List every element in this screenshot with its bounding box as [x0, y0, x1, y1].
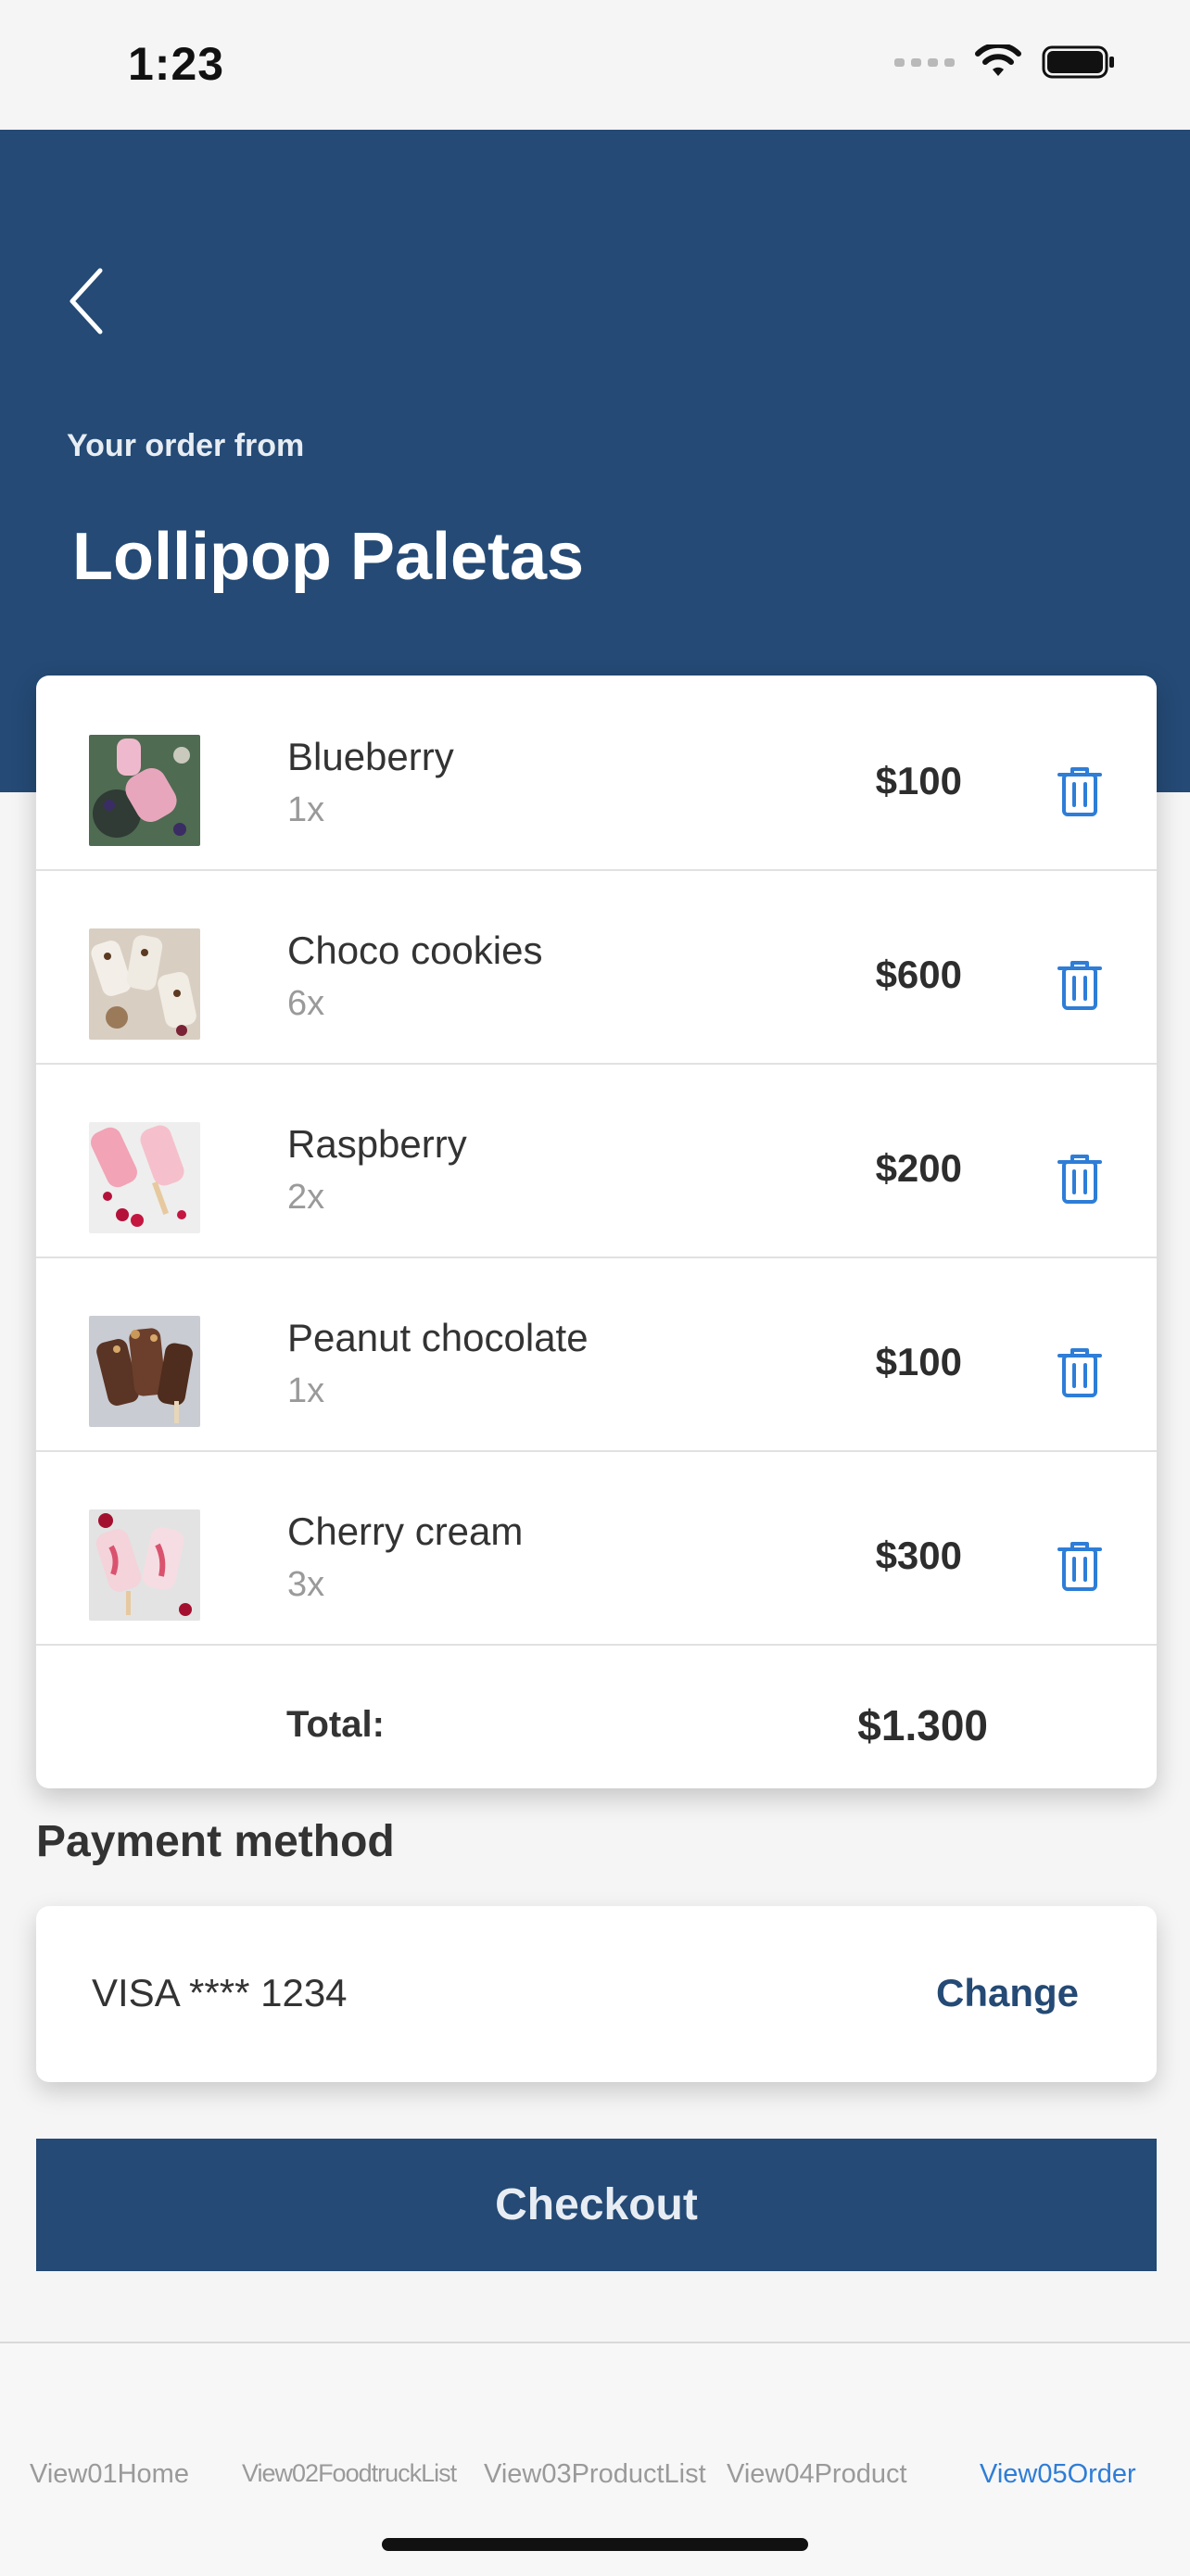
item-price: $600	[875, 953, 962, 996]
product-image	[89, 1316, 200, 1427]
item-name: Blueberry	[287, 735, 454, 778]
trash-icon	[1057, 767, 1102, 816]
tab-view03productlist[interactable]: View03ProductList	[484, 2459, 706, 2490]
item-price: $100	[875, 1340, 962, 1383]
item-quantity: 6x	[287, 984, 325, 1023]
restaurant-name: Lollipop Paletas	[72, 520, 585, 594]
trash-icon	[1057, 1348, 1102, 1397]
item-name: Cherry cream	[287, 1509, 524, 1553]
product-image	[89, 1509, 200, 1621]
product-image	[89, 735, 200, 846]
delete-item-button[interactable]	[1056, 1345, 1104, 1399]
order-item: Blueberry 1x $100	[36, 676, 1157, 871]
home-indicator	[382, 2538, 808, 2551]
total-value: $1.300	[857, 1701, 988, 1749]
trash-icon	[1057, 961, 1102, 1010]
order-card: Blueberry 1x $100 Choco cookies 6x $600 …	[36, 676, 1157, 1788]
delete-item-button[interactable]	[1056, 1152, 1104, 1206]
item-name: Raspberry	[287, 1122, 467, 1166]
order-item: Choco cookies 6x $600	[36, 869, 1157, 1065]
checkout-button[interactable]: Checkout	[36, 2139, 1157, 2271]
tab-view05order[interactable]: View05Order	[980, 2459, 1136, 2490]
item-name: Peanut chocolate	[287, 1316, 589, 1359]
trash-icon	[1057, 1542, 1102, 1591]
card-number: VISA **** 1234	[92, 1971, 348, 2014]
status-time: 1:23	[128, 38, 225, 90]
payment-method-title: Payment method	[36, 1817, 395, 1866]
status-icons	[894, 44, 1116, 80]
product-image	[89, 928, 200, 1040]
trash-icon	[1057, 1155, 1102, 1204]
order-item: Peanut chocolate 1x $100	[36, 1256, 1157, 1452]
back-button[interactable]	[63, 259, 119, 343]
chevron-left-icon	[70, 268, 103, 335]
item-price: $200	[875, 1146, 962, 1190]
battery-icon	[1042, 45, 1114, 79]
tab-view02foodtrucklist[interactable]: View02FoodtruckList	[242, 2459, 457, 2488]
product-image	[89, 1122, 200, 1233]
item-name: Choco cookies	[287, 928, 543, 972]
item-quantity: 2x	[287, 1178, 325, 1217]
item-quantity: 1x	[287, 1371, 325, 1410]
total-label: Total:	[286, 1704, 385, 1745]
tab-view01home[interactable]: View01Home	[30, 2459, 189, 2490]
delete-item-button[interactable]	[1056, 1539, 1104, 1593]
item-price: $100	[875, 759, 962, 802]
wifi-icon	[975, 44, 1021, 76]
status-bar: 1:23	[0, 0, 1190, 130]
payment-card: VISA **** 1234 Change	[36, 1906, 1157, 2082]
item-quantity: 3x	[287, 1565, 325, 1604]
item-quantity: 1x	[287, 790, 325, 829]
signal-icon	[894, 57, 955, 67]
delete-item-button[interactable]	[1056, 764, 1104, 818]
tab-view04product[interactable]: View04Product	[727, 2459, 907, 2490]
order-from-label: Your order from	[67, 428, 305, 463]
order-item: Cherry cream 3x $300	[36, 1450, 1157, 1646]
order-item: Raspberry 2x $200	[36, 1063, 1157, 1258]
change-payment-button[interactable]: Change	[936, 1971, 1079, 2015]
delete-item-button[interactable]	[1056, 958, 1104, 1012]
item-price: $300	[875, 1534, 962, 1577]
